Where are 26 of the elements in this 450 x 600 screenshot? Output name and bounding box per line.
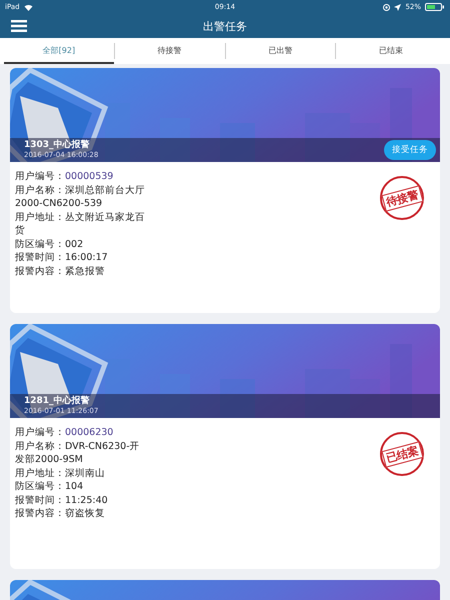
filter-tab[interactable]: 已出警 (226, 38, 336, 64)
alarm-title: 1281_中心报警 (24, 396, 91, 407)
info-line: 报警时间：11:25:40 (15, 494, 109, 507)
info-line: 用户名称：DVR-CN6230-开发部2000-9SM (15, 440, 141, 466)
info-line: 用户编号：00000539 (15, 170, 114, 184)
filter-tab[interactable]: 已结束 (336, 38, 446, 64)
location-icon (394, 4, 402, 10)
info-line: 防区编号：104 (15, 480, 84, 494)
info-line: 报警内容：紧急报警 (15, 264, 106, 278)
filter-tab[interactable]: 全部[92] (4, 38, 114, 64)
info-line: 防区编号：002 (15, 238, 84, 251)
info-line: 用户编号：00006230 (15, 426, 114, 440)
status-stamp: 待接警 (380, 176, 424, 220)
alarm-title: 1303_中心报警 (24, 140, 91, 151)
page-title: 出警任务 (203, 18, 247, 34)
menu-icon[interactable] (11, 20, 27, 32)
wifi-icon (24, 4, 33, 10)
info-line: 用户地址：丛文附近马家龙百货 (15, 210, 146, 238)
status-stamp: 已结案 (380, 432, 424, 476)
info-line: 用户地址：深圳南山 (15, 466, 106, 480)
battery-icon (425, 3, 445, 11)
lock-rotation-icon (383, 4, 390, 10)
info-line: 报警时间：16:00:17 (15, 251, 109, 264)
filter-tab[interactable]: 待接警 (114, 38, 224, 64)
info-line: 报警内容：窃盗恢复 (15, 507, 106, 520)
info-line: 用户名称：深圳总部前台大厅2000-CN6200-539 (15, 184, 146, 210)
